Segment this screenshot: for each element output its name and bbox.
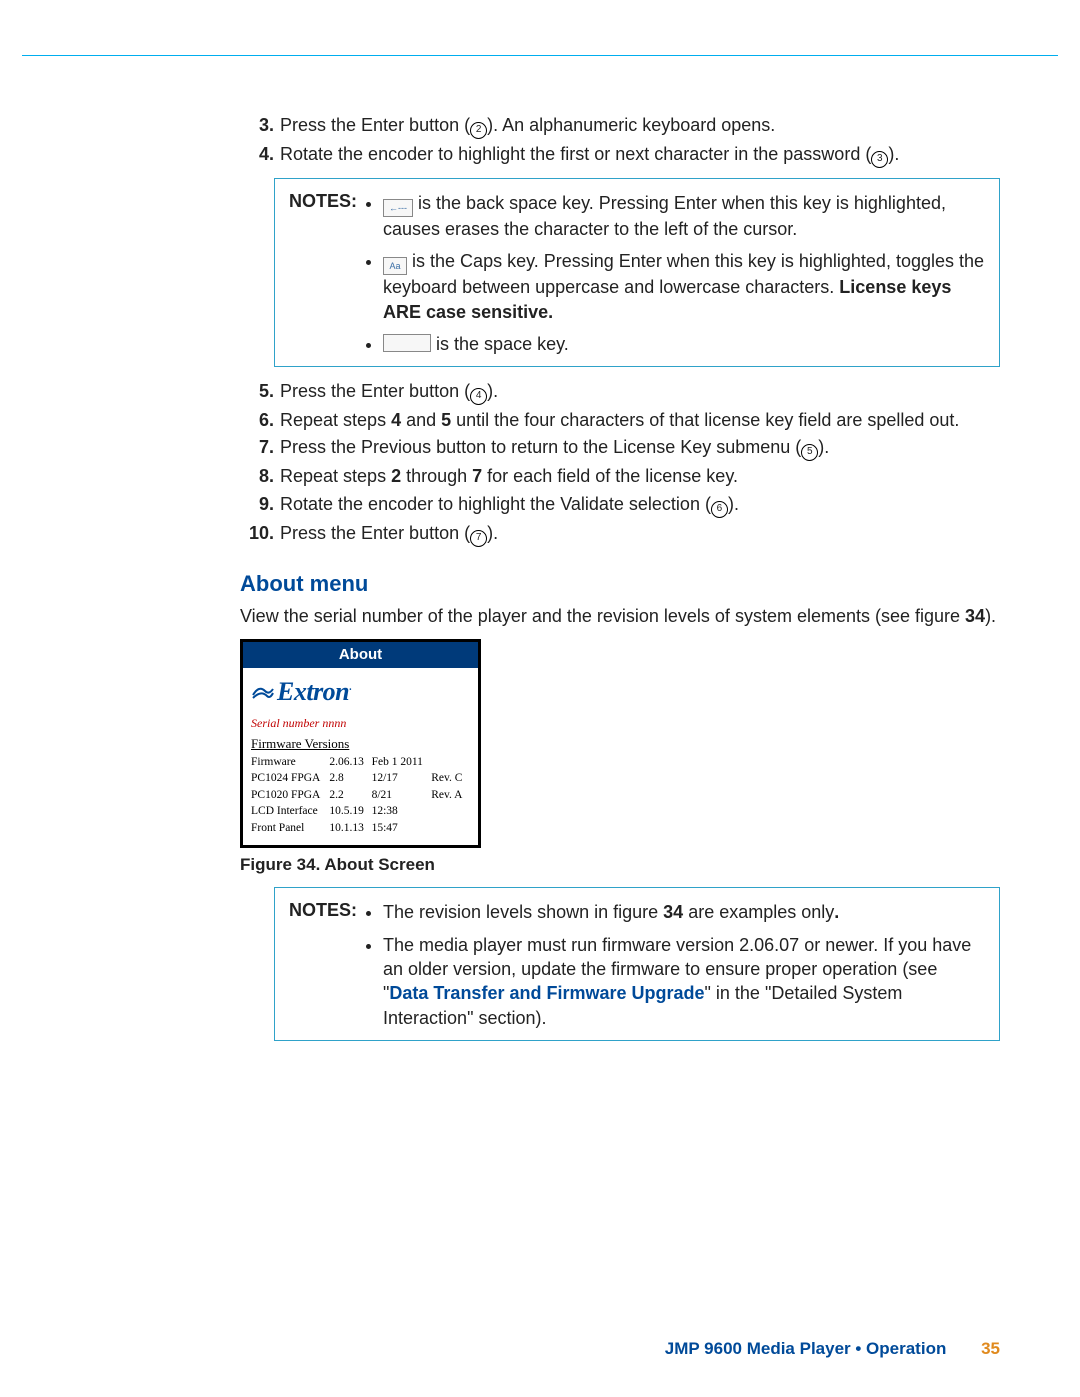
figure-ref: 34	[663, 902, 683, 922]
note-firmware: The media player must run firmware versi…	[383, 933, 985, 1030]
fw-value	[431, 804, 470, 821]
note-text: are examples only	[683, 902, 834, 922]
step: 8.Repeat steps 2 through 7 for each fiel…	[240, 464, 1000, 488]
step-number: 7.	[240, 435, 280, 461]
step-text: Press the Enter button (4).	[280, 379, 1000, 405]
note-revision: The revision levels shown in figure 34 a…	[383, 900, 985, 924]
page-footer: JMP 9600 Media Player • Operation 35	[665, 1339, 1000, 1359]
link-data-transfer[interactable]: Data Transfer and Firmware Upgrade	[389, 983, 704, 1003]
fw-value: 12:38	[372, 804, 432, 821]
note-backspace: ←--- is the back space key. Pressing Ent…	[383, 191, 985, 241]
fw-name: Firmware	[251, 755, 329, 772]
notes-label: NOTES:	[289, 898, 365, 1029]
fw-value: 10.5.19	[329, 804, 371, 821]
fw-name: PC1020 FPGA	[251, 788, 329, 805]
note-text: is the space key.	[436, 334, 569, 354]
serial-number-line: Serial number nnnn	[251, 715, 470, 731]
notes-box-about: NOTES: The revision levels shown in figu…	[274, 887, 1000, 1040]
step-text: Repeat steps 4 and 5 until the four char…	[280, 408, 1000, 432]
note-text: is the back space key. Pressing Enter wh…	[383, 193, 946, 239]
about-intro-tail: ).	[985, 606, 996, 626]
table-row: Front Panel10.1.1315:47	[251, 821, 470, 838]
note-caps: Aa is the Caps key. Pressing Enter when …	[383, 249, 985, 324]
firmware-table: Firmware2.06.13Feb 1 2011PC1024 FPGA2.81…	[251, 755, 470, 838]
step: 7.Press the Previous button to return to…	[240, 435, 1000, 461]
fw-value: 2.2	[329, 788, 371, 805]
table-row: Firmware2.06.13Feb 1 2011	[251, 755, 470, 772]
step: 3.Press the Enter button (2). An alphanu…	[240, 113, 1000, 139]
about-screen-body: Extron. Serial number nnnn Firmware Vers…	[243, 668, 478, 845]
step: 6.Repeat steps 4 and 5 until the four ch…	[240, 408, 1000, 432]
step-text: Press the Enter button (2). An alphanume…	[280, 113, 1000, 139]
caps-key-icon: Aa	[383, 257, 407, 275]
fw-value: Feb 1 2011	[372, 755, 432, 772]
step: 4.Rotate the encoder to highlight the fi…	[240, 142, 1000, 168]
extron-logo-text: Extron	[277, 677, 349, 706]
fw-name: LCD Interface	[251, 804, 329, 821]
step-text: Rotate the encoder to highlight the Vali…	[280, 492, 1000, 518]
table-row: PC1024 FPGA2.812/17Rev. C	[251, 771, 470, 788]
step-text: Repeat steps 2 through 7 for each field …	[280, 464, 1000, 488]
fw-value: 10.1.13	[329, 821, 371, 838]
step-number: 5.	[240, 379, 280, 405]
step-number: 3.	[240, 113, 280, 139]
step-text: Press the Previous button to return to t…	[280, 435, 1000, 461]
page-top-rule	[22, 55, 1058, 56]
backspace-key-icon: ←---	[383, 199, 413, 217]
step-text: Press the Enter button (7).	[280, 521, 1000, 547]
note-text: The revision levels shown in figure	[383, 902, 663, 922]
about-screen-figure: About Extron. Serial number nnnn Firmwar…	[240, 639, 481, 849]
figure-ref: 34	[965, 606, 985, 626]
extron-logo: Extron.	[251, 674, 470, 709]
step-number: 10.	[240, 521, 280, 547]
step: 5.Press the Enter button (4).	[240, 379, 1000, 405]
notes-label: NOTES:	[289, 189, 365, 356]
step-number: 4.	[240, 142, 280, 168]
note-punct: .	[834, 902, 839, 922]
fw-value	[431, 755, 470, 772]
fw-value: 15:47	[372, 821, 432, 838]
fw-value	[431, 821, 470, 838]
footer-title: JMP 9600 Media Player • Operation	[665, 1339, 947, 1358]
space-key-icon	[383, 334, 431, 352]
step-number: 8.	[240, 464, 280, 488]
fw-value: Rev. A	[431, 788, 470, 805]
about-intro: View the serial number of the player and…	[240, 604, 1000, 628]
fw-name: Front Panel	[251, 821, 329, 838]
about-menu-heading: About menu	[240, 569, 1000, 599]
notes-list: ←--- is the back space key. Pressing Ent…	[365, 189, 985, 356]
notes-list: The revision levels shown in figure 34 a…	[365, 898, 985, 1029]
table-row: PC1020 FPGA2.28/21Rev. A	[251, 788, 470, 805]
notes-box-keyboard: NOTES: ←--- is the back space key. Press…	[274, 178, 1000, 367]
fw-value: 12/17	[372, 771, 432, 788]
figure-caption: Figure 34. About Screen	[240, 854, 1000, 877]
table-row: LCD Interface10.5.1912:38	[251, 804, 470, 821]
document-page: 3.Press the Enter button (2). An alphanu…	[0, 0, 1080, 1397]
note-space: is the space key.	[383, 332, 985, 356]
fw-value: Rev. C	[431, 771, 470, 788]
fw-value: 8/21	[372, 788, 432, 805]
step: 10.Press the Enter button (7).	[240, 521, 1000, 547]
page-number: 35	[981, 1339, 1000, 1358]
step: 9.Rotate the encoder to highlight the Va…	[240, 492, 1000, 518]
fw-name: PC1024 FPGA	[251, 771, 329, 788]
fw-value: 2.06.13	[329, 755, 371, 772]
step-text: Rotate the encoder to highlight the firs…	[280, 142, 1000, 168]
step-number: 6.	[240, 408, 280, 432]
about-intro-text: View the serial number of the player and…	[240, 606, 965, 626]
extron-logo-icon	[251, 677, 275, 699]
fw-value: 2.8	[329, 771, 371, 788]
main-content: 3.Press the Enter button (2). An alphanu…	[240, 55, 1000, 1041]
step-number: 9.	[240, 492, 280, 518]
firmware-versions-header: Firmware Versions	[251, 735, 470, 753]
about-screen-title: About	[243, 642, 478, 668]
